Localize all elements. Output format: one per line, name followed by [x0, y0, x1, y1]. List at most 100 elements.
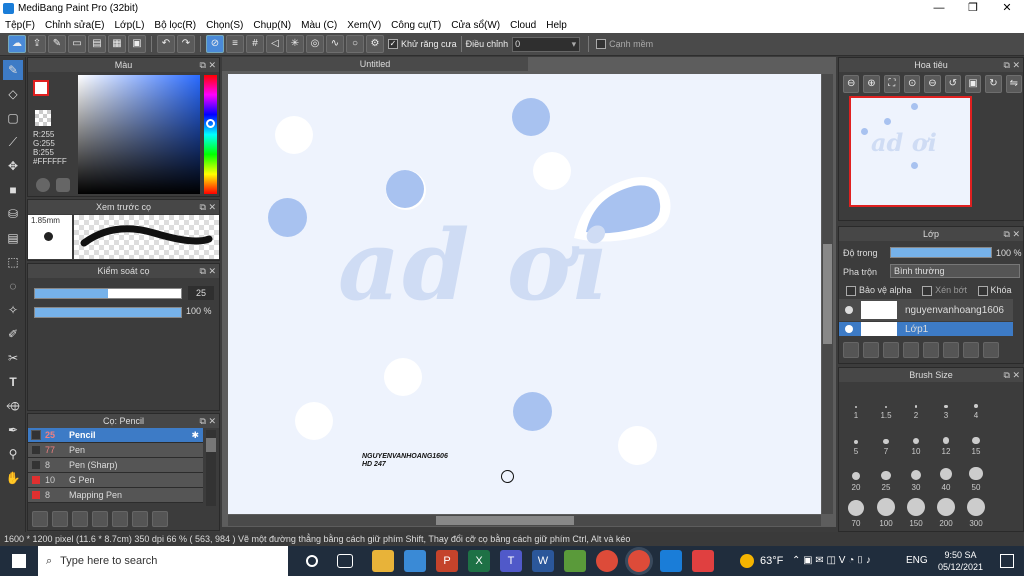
layer-menu-icon[interactable] — [903, 342, 919, 358]
rotate-left-icon[interactable]: ↺ — [944, 75, 961, 93]
brush-size-option[interactable]: 200 — [932, 492, 960, 528]
brush-size-option[interactable]: 3 — [932, 384, 960, 420]
tiles-icon[interactable]: ▣ — [128, 35, 146, 53]
eye-icon[interactable] — [845, 306, 853, 314]
menu-item[interactable]: Màu (C) — [296, 20, 342, 31]
weather-icon[interactable] — [740, 554, 754, 568]
new-layer-8bit-icon[interactable] — [863, 342, 879, 358]
brush-size-value[interactable]: 25 — [188, 286, 214, 300]
brush-size-option[interactable]: 30 — [902, 456, 930, 492]
redo-icon[interactable]: ↷ — [177, 35, 195, 53]
brush-tool-icon[interactable]: ✎ — [3, 60, 23, 80]
brush-size-option[interactable]: 1 — [842, 384, 870, 420]
grid-icon[interactable]: ▦ — [108, 35, 126, 53]
panel-close-icon[interactable]: ⧉ ✕ — [1004, 368, 1020, 382]
snap-settings-icon[interactable]: ⚙ — [366, 35, 384, 53]
zoom-in-icon[interactable]: ⊕ — [863, 75, 880, 93]
panel-close-icon[interactable]: ⧉ ✕ — [200, 414, 216, 428]
excel-icon[interactable]: X — [468, 550, 490, 572]
merge-layer-icon[interactable] — [963, 342, 979, 358]
panel-close-icon[interactable]: ⧉ ✕ — [200, 264, 216, 278]
panel-close-icon[interactable]: ⧉ ✕ — [1004, 58, 1020, 72]
rotate-right-icon[interactable]: ↻ — [985, 75, 1002, 93]
add-brush-icon[interactable] — [32, 511, 48, 527]
delete-layer-icon[interactable] — [983, 342, 999, 358]
weather-temp[interactable]: 63°F — [760, 555, 783, 567]
brush-size-option[interactable]: 7 — [872, 420, 900, 456]
transparent-swatch[interactable] — [35, 110, 51, 126]
panel-close-icon[interactable]: ⧉ ✕ — [200, 200, 216, 214]
snap-ellipse-icon[interactable]: ○ — [346, 35, 364, 53]
new-brush-icon[interactable] — [52, 511, 68, 527]
move-tool-icon[interactable]: ✥ — [3, 156, 23, 176]
menu-item[interactable]: Chỉnh sửa(E) — [40, 20, 110, 31]
snap-radial-icon[interactable]: ✳ — [286, 35, 304, 53]
pen-tool-icon[interactable]: ✒ — [3, 420, 23, 440]
menu-item[interactable]: Công cụ(T) — [386, 20, 446, 31]
eye-icon[interactable] — [845, 325, 853, 333]
select-pen-icon[interactable]: ✐ — [3, 324, 23, 344]
brush-size-option[interactable]: 4 — [962, 384, 990, 420]
menu-item[interactable]: Xem(V) — [342, 20, 386, 31]
brush-size-slider[interactable] — [34, 288, 182, 299]
language-indicator[interactable]: ENG — [906, 555, 928, 566]
menu-item[interactable]: Bộ lọc(R) — [149, 20, 201, 31]
brush-size-option[interactable]: 25 — [872, 456, 900, 492]
duplicate-layer-icon[interactable] — [943, 342, 959, 358]
brush-list-item[interactable]: 25 Pencil ✱ — [28, 428, 203, 443]
notification-icon[interactable] — [1000, 554, 1014, 568]
brush-settings-icon[interactable]: ✱ — [191, 430, 199, 441]
brush-list-item[interactable]: 77 Pen — [28, 443, 203, 458]
eraser-tool-icon[interactable]: ◇ — [3, 84, 23, 104]
menu-item[interactable]: Chụp(N) — [248, 20, 296, 31]
share-icon[interactable]: ⇪ — [28, 35, 46, 53]
canvas[interactable]: ad ơi NGUYENVANHOANG1606 HD 247 — [228, 74, 821, 514]
palette-icon[interactable] — [36, 178, 50, 192]
full-icon[interactable]: ▣ — [964, 75, 982, 93]
brush-size-option[interactable]: 1.5 — [872, 384, 900, 420]
zoom-minus-icon[interactable]: ⊖ — [924, 75, 941, 93]
brush-menu-icon[interactable] — [72, 511, 88, 527]
cloud-icon[interactable]: ☁ — [8, 35, 26, 53]
menu-item[interactable]: Tệp(F) — [0, 20, 40, 31]
undo-icon[interactable]: ↶ — [157, 35, 175, 53]
brush-size-option[interactable]: 50 — [962, 456, 990, 492]
brush-opacity-slider[interactable] — [34, 307, 182, 318]
windows-start-icon[interactable] — [12, 554, 26, 568]
brush-size-option[interactable]: 70 — [842, 492, 870, 528]
tray-icons[interactable]: ⌃ ▣ ✉ ◫ V ◔ ⌷ ♪ — [792, 555, 871, 566]
app-icon-green[interactable] — [564, 550, 586, 572]
page-icon[interactable]: ▤ — [88, 35, 106, 53]
shape-tool-icon[interactable]: ▢ — [3, 108, 23, 128]
maximize-button[interactable]: ❐ — [956, 0, 990, 17]
word-icon[interactable]: W — [532, 550, 554, 572]
menu-item[interactable]: Help — [541, 20, 572, 31]
panel-close-icon[interactable]: ⧉ ✕ — [1004, 227, 1020, 241]
brush-size-option[interactable]: 2 — [902, 384, 930, 420]
layer-opacity-slider[interactable] — [890, 247, 992, 258]
cortana-icon[interactable] — [306, 555, 318, 567]
brush-size-option[interactable]: 15 — [962, 420, 990, 456]
alpha-protect-checkbox[interactable] — [846, 285, 856, 296]
hand-tool-icon[interactable]: ✋ — [3, 468, 23, 488]
chrome-icon[interactable] — [596, 550, 618, 572]
store-icon[interactable] — [404, 550, 426, 572]
snap-vanish-icon[interactable]: ◁ — [266, 35, 284, 53]
layer-folder-icon[interactable] — [923, 342, 939, 358]
clip-checkbox[interactable] — [922, 285, 933, 296]
taskbar-search[interactable]: ⌕ Type here to search — [38, 546, 288, 576]
eyedropper-icon[interactable]: ⚲ — [3, 444, 23, 464]
menu-item[interactable]: Cửa sổ(W) — [446, 20, 505, 31]
comment-icon[interactable]: ✎ — [48, 35, 66, 53]
horizontal-scrollbar[interactable] — [228, 515, 821, 526]
brush-size-option[interactable]: 5 — [842, 420, 870, 456]
color-list-icon[interactable] — [56, 178, 70, 192]
magic-wand-icon[interactable]: ✧ — [3, 300, 23, 320]
close-button[interactable]: ✕ — [990, 0, 1024, 17]
brush-size-option[interactable]: 300 — [962, 492, 990, 528]
snap-cross-icon[interactable]: # — [246, 35, 264, 53]
line-tool-icon[interactable]: ⟋ — [3, 132, 23, 152]
clock[interactable]: 9:50 SA 05/12/2021 — [938, 549, 983, 573]
brush-size-option[interactable]: 40 — [932, 456, 960, 492]
hue-handle[interactable] — [206, 119, 215, 128]
